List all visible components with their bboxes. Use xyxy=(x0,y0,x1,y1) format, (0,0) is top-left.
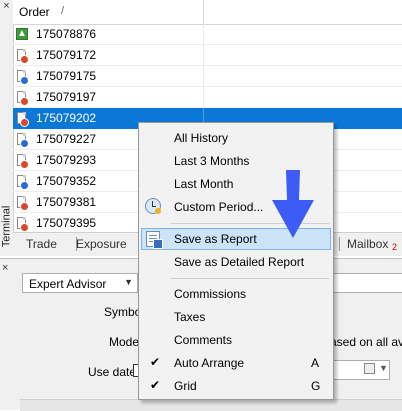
model-description[interactable]: ased on all avai xyxy=(330,335,402,349)
menu-item-label: Save as Report xyxy=(174,232,257,246)
order-ticket: 175079202 xyxy=(36,111,97,125)
column-divider xyxy=(203,66,204,87)
expert-file-field[interactable] xyxy=(330,273,402,293)
menu-item-label: Comments xyxy=(174,333,233,347)
chevron-down-icon[interactable]: ▼ xyxy=(379,363,388,373)
table-row[interactable]: 175079197 xyxy=(13,87,402,108)
menu-item-label: Custom Period... xyxy=(174,200,264,214)
menu-item-taxes[interactable]: Taxes xyxy=(141,306,331,328)
terminal-side-strip: × Terminal xyxy=(0,0,14,256)
chevron-down-icon: ▼ xyxy=(124,277,133,287)
order-ticket: 175079172 xyxy=(36,48,97,62)
save-report-icon xyxy=(146,231,163,249)
menu-item-label: Last Month xyxy=(174,177,234,191)
expert-advisor-select[interactable]: Expert Advisor ▼ xyxy=(22,273,138,293)
menu-item-comments[interactable]: Comments xyxy=(141,329,331,351)
menu-item-shortcut: A xyxy=(311,356,320,370)
column-divider xyxy=(203,45,204,66)
order-ticket: 175079175 xyxy=(36,69,97,83)
menu-item-grid[interactable]: ✔ Grid G xyxy=(141,375,331,397)
use-date-label: Use date xyxy=(88,365,137,379)
document-red-icon xyxy=(17,217,29,232)
column-divider[interactable] xyxy=(203,0,204,24)
order-ticket: 175078876 xyxy=(36,27,97,41)
clock-icon xyxy=(145,198,161,214)
menu-item-auto-arrange[interactable]: ✔ Auto Arrange A xyxy=(141,352,331,374)
order-ticket: 175079293 xyxy=(36,153,97,167)
close-icon[interactable]: × xyxy=(2,262,8,274)
tab-mailbox[interactable]: Mailbox xyxy=(347,237,388,251)
table-row[interactable]: ▲ 175078876 xyxy=(13,24,402,45)
document-red-icon xyxy=(17,91,29,106)
table-row[interactable]: 175079175 xyxy=(13,66,402,87)
menu-item-save-as-detailed-report[interactable]: Save as Detailed Report xyxy=(141,251,331,273)
tab-exposure[interactable]: Exposure xyxy=(76,237,127,251)
calendar-icon[interactable] xyxy=(364,363,375,374)
menu-item-commissions[interactable]: Commissions xyxy=(141,283,331,305)
tab-trade[interactable]: Trade xyxy=(26,237,57,251)
context-menu: All History Last 3 Months Last Month Cus… xyxy=(138,122,334,400)
document-blue-icon xyxy=(17,133,29,148)
order-ticket: 175079227 xyxy=(36,132,97,146)
document-red-icon xyxy=(17,49,29,64)
checkmark-icon: ✔ xyxy=(150,378,161,392)
document-red-icon xyxy=(17,112,29,127)
column-divider xyxy=(203,24,204,45)
annotation-arrow-down-icon xyxy=(272,170,314,238)
menu-item-last-3-months[interactable]: Last 3 Months xyxy=(141,150,331,172)
tab-divider xyxy=(339,237,340,251)
menu-item-all-history[interactable]: All History xyxy=(141,127,331,149)
order-ticket: 175079395 xyxy=(36,216,97,230)
menu-item-label: Grid xyxy=(174,379,197,393)
order-ticket: 175079197 xyxy=(36,90,97,104)
order-ticket: 175079352 xyxy=(36,174,97,188)
column-divider xyxy=(203,87,204,108)
document-blue-icon xyxy=(17,175,29,190)
close-icon[interactable]: × xyxy=(1,1,12,12)
terminal-label: Terminal xyxy=(0,205,13,248)
tester-bottom-bar xyxy=(20,399,402,411)
menu-item-label: Last 3 Months xyxy=(174,154,250,168)
order-ticket: 175079381 xyxy=(36,195,97,209)
menu-item-label: Taxes xyxy=(174,310,206,324)
checkmark-icon: ✔ xyxy=(150,355,161,369)
column-header-order[interactable]: Order xyxy=(19,5,50,19)
menu-item-label: Auto Arrange xyxy=(174,356,245,370)
menu-item-label: Commissions xyxy=(174,287,247,301)
model-label: Model xyxy=(109,335,142,349)
mailbox-count-badge: 2 xyxy=(392,242,398,252)
arrow-up-icon: ▲ xyxy=(16,28,28,40)
menu-separator xyxy=(171,278,329,279)
document-red-icon xyxy=(17,196,29,211)
document-blue-icon xyxy=(17,70,29,85)
sort-indicator: / xyxy=(61,5,65,17)
menu-item-label: Save as Detailed Report xyxy=(174,255,305,269)
document-red-icon xyxy=(17,154,29,169)
menu-item-shortcut: G xyxy=(311,379,321,393)
table-header: Order / xyxy=(13,0,402,25)
expert-advisor-select-value: Expert Advisor xyxy=(29,277,107,291)
table-row[interactable]: 175079172 xyxy=(13,45,402,66)
menu-item-label: All History xyxy=(174,131,229,145)
